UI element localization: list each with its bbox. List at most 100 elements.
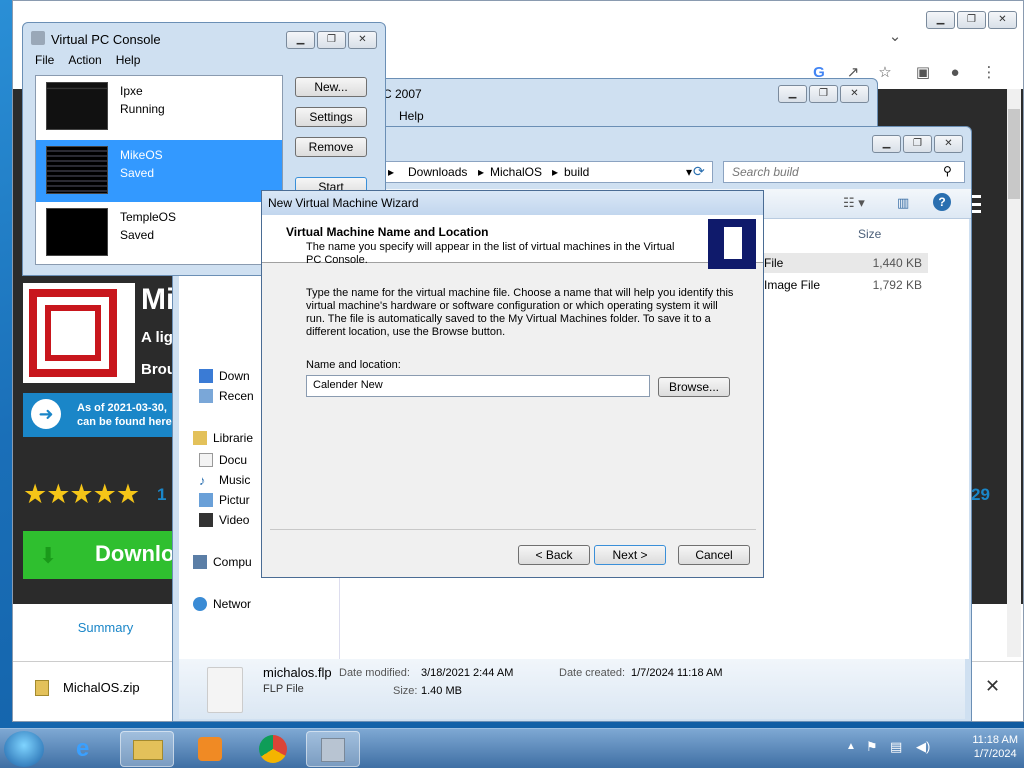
- nav-item-network[interactable]: Networ: [193, 597, 251, 611]
- new-vm-wizard-dialog: New Virtual Machine Wizard Virtual Machi…: [261, 190, 764, 578]
- media-player-icon[interactable]: [184, 731, 238, 767]
- vm-item-templeos[interactable]: TempleOS Saved: [36, 202, 282, 264]
- back-button[interactable]: < Back: [518, 545, 590, 565]
- clock-date: 1/7/2024: [973, 748, 1017, 760]
- menu-help[interactable]: Help: [116, 53, 141, 67]
- chevron-icon: ▸: [552, 165, 559, 179]
- menu-help[interactable]: Help: [399, 109, 424, 123]
- download-icon: ⬇: [39, 543, 58, 568]
- dropdown-arrow-icon[interactable]: ▾: [686, 165, 692, 179]
- maximize-button[interactable]: ❐: [317, 31, 346, 49]
- view-options-icon[interactable]: ☷ ▾: [843, 195, 865, 211]
- name-location-label: Name and location:: [306, 359, 401, 371]
- chrome-icon[interactable]: [246, 731, 300, 767]
- search-icon[interactable]: ⚲: [943, 164, 952, 178]
- taskbar: e ▲ ⚑ ▤ ◀) 11:18 AM 1/7/2024: [0, 728, 1024, 768]
- address-bar[interactable]: ▸ Downloads ▸ MichalOS ▸ build ▾: [383, 161, 713, 183]
- videos-icon: [199, 513, 213, 527]
- minimize-button[interactable]: ▁: [286, 31, 315, 49]
- minimize-button[interactable]: ▁: [926, 11, 955, 29]
- cancel-button[interactable]: Cancel: [678, 545, 750, 565]
- breadcrumb-build[interactable]: build: [564, 165, 589, 179]
- music-icon: ♪: [199, 473, 206, 488]
- nav-item-pictures[interactable]: Pictur: [199, 493, 250, 507]
- computer-icon: [193, 555, 207, 569]
- close-button[interactable]: ✕: [988, 11, 1017, 29]
- close-button[interactable]: ✕: [348, 31, 377, 49]
- vm-name: Ipxe: [120, 84, 143, 98]
- refresh-icon[interactable]: ⟳: [693, 163, 705, 180]
- download-label: Downlo: [95, 541, 175, 566]
- menu-action[interactable]: Action: [68, 53, 101, 67]
- next-button[interactable]: Next >: [594, 545, 666, 565]
- help-icon[interactable]: ?: [933, 193, 951, 211]
- page-scrollbar[interactable]: [1007, 89, 1021, 657]
- breadcrumb-michalos[interactable]: MichalOS: [490, 165, 542, 179]
- vm-list: Ipxe Running MikeOS Saved TempleOS Saved: [35, 75, 283, 265]
- breadcrumb-downloads[interactable]: Downloads: [408, 165, 467, 179]
- notice-line-1: As of 2021-03-30,: [77, 402, 167, 414]
- zip-file-icon: [35, 680, 49, 696]
- menu-bar: File Action Help: [35, 53, 140, 67]
- virtual-pc-taskbar-icon[interactable]: [306, 731, 360, 767]
- nav-item-music[interactable]: ♪ Music: [199, 473, 250, 488]
- file-row[interactable]: Image File 1,792 KB: [764, 275, 928, 295]
- download-filename[interactable]: MichalOS.zip: [63, 680, 140, 695]
- preview-pane-icon[interactable]: ▥: [897, 195, 909, 211]
- menu-file[interactable]: File: [35, 53, 54, 67]
- new-button[interactable]: New...: [295, 77, 367, 97]
- vm-item-ipxe[interactable]: Ipxe Running: [36, 76, 282, 138]
- stat-number: 29: [971, 485, 990, 504]
- internet-explorer-icon[interactable]: e: [62, 731, 116, 767]
- tab-summary[interactable]: Summary: [23, 605, 188, 651]
- nav-item-libraries[interactable]: Librarie: [193, 431, 253, 445]
- action-center-icon[interactable]: ⚑: [866, 739, 878, 755]
- profile-icon[interactable]: ●: [945, 63, 965, 83]
- search-input[interactable]: Search build: [723, 161, 965, 183]
- vm-name: MikeOS: [120, 148, 163, 162]
- nav-item-recent[interactable]: Recen: [199, 389, 254, 403]
- close-button[interactable]: ✕: [840, 85, 869, 103]
- volume-icon[interactable]: ◀): [916, 739, 930, 755]
- documents-icon: [199, 453, 213, 467]
- nav-item-downloads[interactable]: Down: [199, 369, 250, 383]
- virtual-machine-icon: [708, 219, 756, 269]
- column-header-size[interactable]: Size: [858, 227, 881, 241]
- notice-banner[interactable]: ➜ As of 2021-03-30, can be found here: [23, 393, 188, 437]
- name-location-input[interactable]: Calender New: [306, 375, 650, 397]
- minimize-button[interactable]: ▁: [778, 85, 807, 103]
- network-status-icon[interactable]: ▤: [890, 739, 902, 755]
- vm-item-mikeos[interactable]: MikeOS Saved: [36, 140, 282, 202]
- maximize-button[interactable]: ❐: [957, 11, 986, 29]
- close-button[interactable]: ✕: [934, 135, 963, 153]
- wizard-instructions: Type the name for the virtual machine fi…: [306, 287, 734, 338]
- menu-dots-icon[interactable]: ⋮: [979, 63, 999, 83]
- file-explorer-icon[interactable]: [120, 731, 174, 767]
- virtualpc-window: C 2007 Help ▁ ❐ ✕: [350, 78, 878, 128]
- chevron-down-icon[interactable]: ⌄: [885, 27, 905, 47]
- settings-button[interactable]: Settings: [295, 107, 367, 127]
- details-filetype: FLP File: [263, 683, 304, 695]
- close-shelf-icon[interactable]: ✕: [985, 676, 1000, 697]
- nav-item-documents[interactable]: Docu: [199, 453, 247, 467]
- remove-button[interactable]: Remove: [295, 137, 367, 157]
- downloads-icon: [199, 369, 213, 383]
- download-button[interactable]: ⬇ Downlo: [23, 531, 188, 579]
- file-row[interactable]: File 1,440 KB: [764, 253, 928, 273]
- network-icon: [193, 597, 207, 611]
- bookmark-star-icon[interactable]: ☆: [875, 63, 895, 83]
- clock[interactable]: 11:18 AM 1/7/2024: [972, 733, 1018, 761]
- nav-item-computer[interactable]: Compu: [193, 555, 252, 569]
- maximize-button[interactable]: ❐: [809, 85, 838, 103]
- vm-thumbnail: [46, 146, 108, 194]
- browse-button[interactable]: Browse...: [658, 377, 730, 397]
- dialog-title: New Virtual Machine Wizard: [268, 196, 419, 210]
- arrow-right-icon: ➜: [31, 399, 61, 429]
- maximize-button[interactable]: ❐: [903, 135, 932, 153]
- nav-item-videos[interactable]: Video: [199, 513, 249, 527]
- start-button[interactable]: [4, 731, 44, 767]
- hero-subtitle: A lig: [141, 329, 173, 346]
- minimize-button[interactable]: ▁: [872, 135, 901, 153]
- side-panel-icon[interactable]: ▣: [913, 63, 933, 83]
- show-hidden-icons[interactable]: ▲: [846, 741, 856, 752]
